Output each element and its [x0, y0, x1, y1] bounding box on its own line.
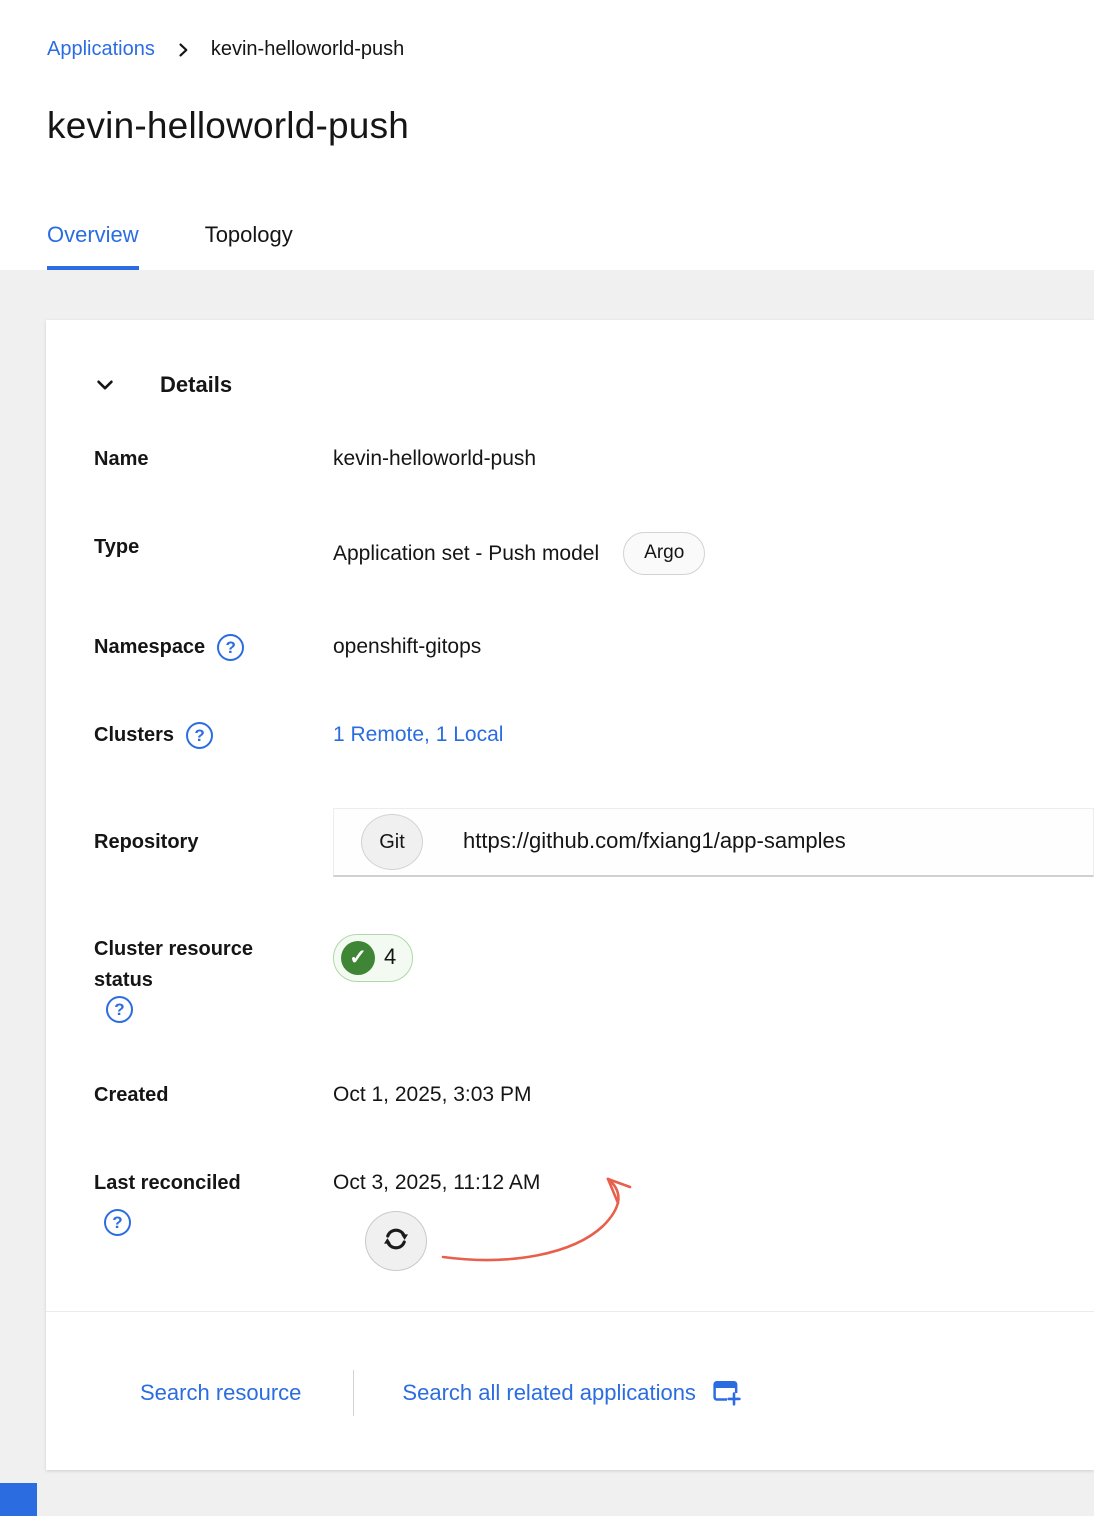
namespace-label: Namespace	[94, 632, 205, 663]
clusters-link[interactable]: 1 Remote, 1 Local	[333, 720, 503, 749]
last-reconciled-label: Last reconciled	[94, 1172, 241, 1194]
cluster-resource-status-label: Cluster resource status	[94, 934, 299, 996]
clusters-label: Clusters	[94, 720, 174, 751]
created-value: Oct 1, 2025, 3:03 PM	[333, 1080, 1054, 1109]
outlined-question-circle-icon[interactable]: ?	[186, 722, 213, 749]
repository-input: Git https://github.com/fxiang1/app-sampl…	[333, 808, 1094, 877]
breadcrumb: Applications kevin-helloworld-push	[47, 38, 1094, 61]
search-related-applications-link[interactable]: Search all related applications	[402, 1379, 742, 1407]
repository-url: https://github.com/fxiang1/app-samples	[463, 826, 846, 857]
breadcrumb-current: kevin-helloworld-push	[211, 38, 404, 61]
breadcrumb-link-applications[interactable]: Applications	[47, 38, 155, 61]
field-namespace: Namespace ? openshift-gitops	[94, 632, 1094, 663]
outlined-question-circle-icon[interactable]: ?	[217, 634, 244, 661]
status-badge[interactable]: ✓ 4	[333, 934, 413, 982]
last-reconciled-value: Oct 3, 2025, 11:12 AM	[333, 1168, 1054, 1197]
repository-label: Repository	[94, 827, 333, 858]
tab-overview[interactable]: Overview	[47, 222, 139, 270]
tab-topology[interactable]: Topology	[205, 222, 293, 270]
details-section-header: Details	[94, 372, 1094, 398]
outlined-question-circle-icon[interactable]: ?	[104, 1209, 131, 1236]
field-name: Name kevin-helloworld-push	[94, 444, 1094, 475]
page-content: Details Name kevin-helloworld-push Type …	[0, 270, 1094, 1516]
card-footer-links: Search resource Search all related appli…	[94, 1312, 1094, 1470]
tab-bar: Overview Topology	[47, 222, 359, 270]
angle-right-icon	[173, 40, 193, 60]
page-title: kevin-helloworld-push	[47, 105, 1094, 147]
argo-badge: Argo	[623, 532, 705, 575]
sync-arrows-icon	[381, 1224, 411, 1257]
details-heading: Details	[160, 372, 232, 398]
page-header: Applications kevin-helloworld-push kevin…	[0, 0, 1094, 270]
angle-down-icon[interactable]	[94, 374, 116, 396]
bottom-left-accent-bar	[0, 1483, 37, 1516]
check-circle-icon: ✓	[341, 941, 375, 975]
open-new-search-window-icon	[712, 1379, 742, 1407]
field-type: Type Application set - Push model Argo	[94, 532, 1094, 575]
vertical-divider	[353, 1370, 354, 1416]
created-label: Created	[94, 1080, 333, 1111]
namespace-value: openshift-gitops	[333, 632, 1054, 661]
field-created: Created Oct 1, 2025, 3:03 PM	[94, 1080, 1094, 1111]
field-last-reconciled: Last reconciled ? Oct 3, 2025, 11:12 AM	[94, 1168, 1094, 1271]
git-badge: Git	[361, 814, 423, 870]
name-value: kevin-helloworld-push	[333, 444, 1054, 473]
outlined-question-circle-icon[interactable]: ?	[106, 996, 133, 1023]
name-label: Name	[94, 444, 333, 475]
search-resource-link[interactable]: Search resource	[140, 1380, 301, 1406]
type-value: Application set - Push model	[333, 539, 599, 568]
type-label: Type	[94, 532, 333, 563]
sync-button[interactable]	[365, 1211, 427, 1271]
field-repository: Repository Git https://github.com/fxiang…	[94, 808, 1094, 877]
field-clusters: Clusters ? 1 Remote, 1 Local	[94, 720, 1094, 751]
details-card: Details Name kevin-helloworld-push Type …	[46, 320, 1094, 1470]
field-cluster-resource-status: Cluster resource status ? ✓ 4	[94, 934, 1094, 1023]
search-related-applications-label: Search all related applications	[402, 1380, 696, 1406]
status-count: 4	[384, 942, 396, 973]
